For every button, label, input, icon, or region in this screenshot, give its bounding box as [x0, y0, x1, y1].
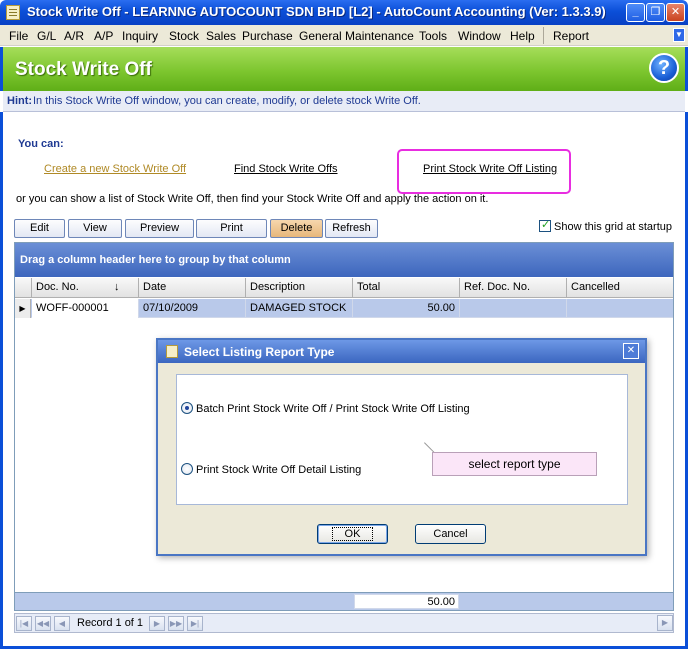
- dialog-title-bar: Select Listing Report Type ✕: [158, 340, 645, 363]
- record-navigator: |◀ ◀◀ ◀ Record 1 of 1 ▶ ▶▶ ▶|: [14, 613, 674, 633]
- sort-arrow-icon: ↓: [114, 281, 120, 293]
- page-header: Stock Write Off ?: [0, 47, 688, 91]
- menu-tools[interactable]: Tools: [419, 29, 447, 43]
- dialog-document-icon: [166, 345, 178, 358]
- menu-bar: File G/L A/R A/P Inquiry Stock Sales Pur…: [0, 25, 688, 46]
- menu-general-maintenance[interactable]: General Maintenance: [299, 29, 414, 43]
- show-grid-label: Show this grid at startup: [554, 221, 673, 233]
- menu-ap[interactable]: A/P: [94, 29, 113, 43]
- app-document-icon: [6, 5, 20, 20]
- preview-button[interactable]: Preview: [125, 219, 194, 238]
- checkbox-checked-icon[interactable]: [539, 218, 551, 232]
- find-write-offs-link[interactable]: Find Stock Write Offs: [234, 163, 338, 175]
- select-report-dialog: Select Listing Report Type ✕ Batch Print…: [156, 338, 647, 556]
- cancel-button[interactable]: Cancel: [415, 524, 486, 544]
- next-record-icon[interactable]: ▶: [149, 616, 165, 631]
- radio-selected-icon[interactable]: [181, 402, 193, 414]
- menu-file[interactable]: File: [9, 29, 28, 43]
- hint-bar: Hint: In this Stock Write Off window, yo…: [3, 91, 685, 112]
- column-header-cancelled[interactable]: Cancelled: [567, 278, 673, 298]
- menu-gl[interactable]: G/L: [37, 29, 56, 43]
- cell-cancelled[interactable]: [567, 299, 673, 318]
- annotation-callout: select report type: [432, 452, 597, 476]
- window-title-bar: Stock Write Off - LEARNNG AUTOCOUNT SDN …: [0, 0, 688, 25]
- column-header-total[interactable]: Total: [353, 278, 460, 298]
- radio-detail-listing-label: Print Stock Write Off Detail Listing: [196, 464, 362, 476]
- first-record-icon[interactable]: |◀: [16, 616, 32, 631]
- radio-batch-print-label: Batch Print Stock Write Off / Print Stoc…: [196, 403, 470, 415]
- view-button[interactable]: View: [68, 219, 122, 238]
- row-indicator-header: [15, 278, 32, 298]
- dialog-title: Select Listing Report Type: [184, 345, 335, 359]
- menu-ar[interactable]: A/R: [64, 29, 84, 43]
- ok-button-label: OK: [331, 527, 374, 541]
- refresh-button[interactable]: Refresh: [325, 219, 378, 238]
- grid-footer: 50.00: [14, 592, 674, 611]
- page-title: Stock Write Off: [15, 59, 152, 80]
- radio-batch-print[interactable]: Batch Print Stock Write Off / Print Stoc…: [181, 402, 470, 415]
- prev-record-icon[interactable]: ◀: [54, 616, 70, 631]
- menu-window[interactable]: Window: [458, 29, 501, 43]
- column-header-ref-doc-no[interactable]: Ref. Doc. No.: [460, 278, 567, 298]
- scroll-right-arrow-icon[interactable]: ▶: [657, 615, 673, 631]
- print-button[interactable]: Print: [196, 219, 267, 238]
- column-label: Doc. No.: [36, 281, 79, 293]
- row-pointer-icon: ▶: [15, 299, 31, 318]
- column-header-description[interactable]: Description: [246, 278, 353, 298]
- column-header-date[interactable]: Date: [139, 278, 246, 298]
- cell-date[interactable]: 07/10/2009: [139, 299, 246, 318]
- footer-total: 50.00: [354, 594, 459, 609]
- menu-overflow-chevron-icon[interactable]: ▼: [673, 28, 685, 42]
- cell-total[interactable]: 50.00: [353, 299, 460, 318]
- close-window-button[interactable]: ✕: [666, 3, 685, 22]
- delete-button[interactable]: Delete: [270, 219, 323, 238]
- next-page-icon[interactable]: ▶▶: [168, 616, 184, 631]
- restore-button[interactable]: ❐: [646, 3, 665, 22]
- menu-inquiry[interactable]: Inquiry: [122, 29, 158, 43]
- record-count: Record 1 of 1: [77, 617, 144, 629]
- menu-stock[interactable]: Stock: [169, 29, 199, 43]
- column-header-doc-no[interactable]: Doc. No. ↓: [32, 278, 139, 298]
- edit-button[interactable]: Edit: [14, 219, 65, 238]
- table-row[interactable]: ▶ WOFF-000001 07/10/2009 DAMAGED STOCK 5…: [15, 299, 673, 318]
- cell-doc-no[interactable]: WOFF-000001: [32, 299, 139, 318]
- cell-ref-doc-no[interactable]: [460, 299, 567, 318]
- ok-button[interactable]: OK: [317, 524, 388, 544]
- create-write-off-link[interactable]: Create a new Stock Write Off: [44, 163, 186, 175]
- dialog-close-button[interactable]: ✕: [623, 343, 639, 359]
- radio-unselected-icon[interactable]: [181, 463, 193, 475]
- menu-help[interactable]: Help: [510, 29, 535, 43]
- menu-purchase[interactable]: Purchase: [242, 29, 293, 43]
- report-type-panel: Batch Print Stock Write Off / Print Stoc…: [176, 374, 628, 505]
- radio-detail-listing[interactable]: Print Stock Write Off Detail Listing: [181, 463, 361, 476]
- hint-text: In this Stock Write Off window, you can …: [33, 95, 421, 107]
- minimize-button[interactable]: _: [626, 3, 645, 22]
- prev-page-icon[interactable]: ◀◀: [35, 616, 51, 631]
- you-can-label: You can:: [18, 138, 64, 150]
- help-icon[interactable]: ?: [649, 53, 679, 83]
- menu-sales[interactable]: Sales: [206, 29, 236, 43]
- list-instruction-text: or you can show a list of Stock Write Of…: [16, 193, 489, 205]
- print-listing-highlight: [397, 149, 571, 194]
- window-title: Stock Write Off - LEARNNG AUTOCOUNT SDN …: [27, 4, 606, 19]
- menu-separator: [543, 27, 544, 44]
- group-by-hint: Drag a column header here to group by th…: [20, 254, 291, 266]
- hint-label: Hint:: [7, 95, 33, 107]
- last-record-icon[interactable]: ▶|: [187, 616, 203, 631]
- menu-report[interactable]: Report: [553, 29, 589, 43]
- show-grid-checkbox[interactable]: Show this grid at startup: [539, 218, 673, 233]
- grid-header: Doc. No. ↓ Date Description Total Ref. D…: [15, 278, 673, 298]
- cell-description[interactable]: DAMAGED STOCK: [246, 299, 353, 318]
- group-by-panel[interactable]: Drag a column header here to group by th…: [15, 243, 673, 277]
